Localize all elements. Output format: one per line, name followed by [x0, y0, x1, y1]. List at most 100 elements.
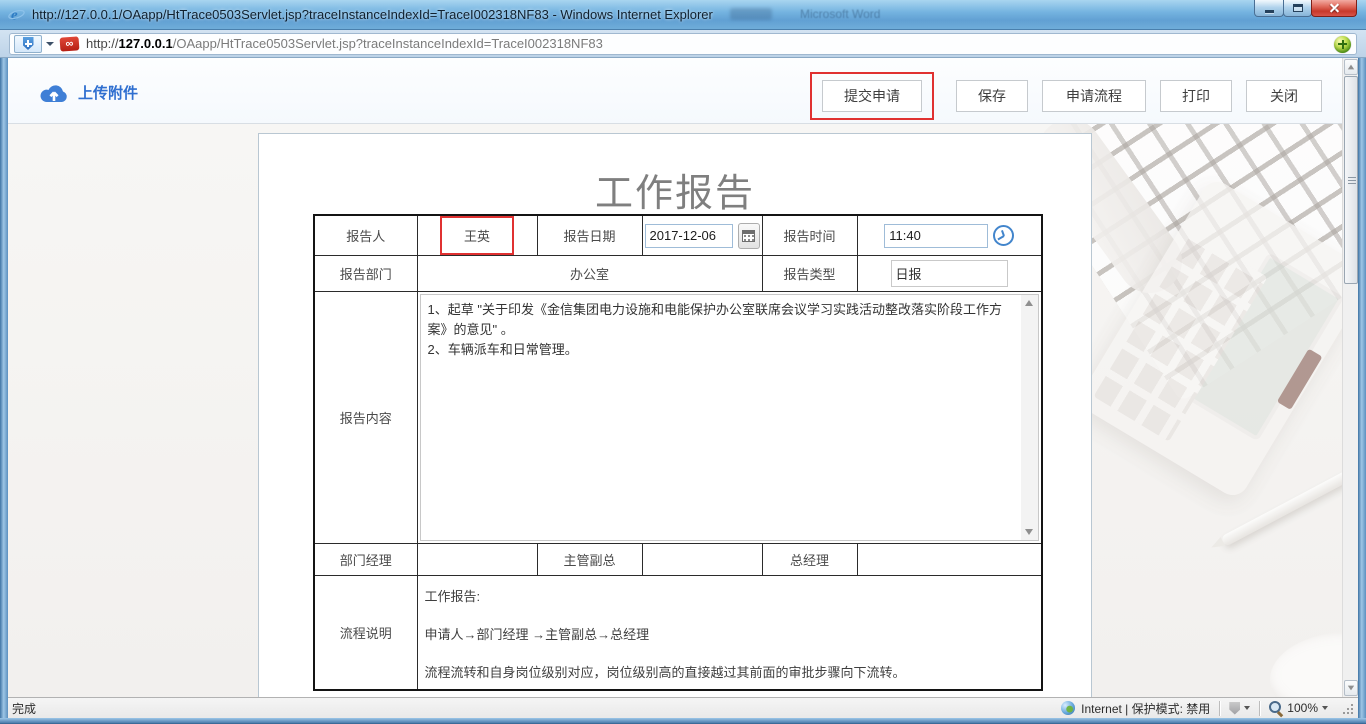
background-window-title: Microsoft Word: [800, 7, 880, 21]
reporter-label: 报告人: [314, 215, 417, 256]
minimize-button[interactable]: [1254, 0, 1284, 17]
report-time-label: 报告时间: [762, 215, 857, 256]
page-background: 工作报告 报告人 王英 报告日期: [8, 124, 1342, 697]
page-scrollbar[interactable]: [1342, 58, 1358, 697]
save-button[interactable]: 保存: [956, 80, 1028, 112]
compatibility-shield-button[interactable]: [14, 35, 42, 53]
address-dropdown-icon[interactable]: [46, 42, 54, 46]
process-desc-cell: 工作报告: 申请人→部门经理 →主管副总→总经理 流程流转和自身岗位级别对应，岗…: [417, 576, 1042, 691]
window-border-bottom: [0, 718, 1366, 724]
shield-plus-icon: [23, 37, 34, 50]
magnifier-icon: [1269, 701, 1283, 715]
url-path: /OAapp/HtTrace0503Servlet.jsp?traceInsta…: [173, 36, 603, 51]
table-row: 报告人 王英 报告日期 报告时间: [314, 215, 1042, 256]
reporter-annotation-box: 王英: [440, 216, 514, 255]
safety-menu[interactable]: [1229, 702, 1250, 715]
minimize-icon: [1265, 10, 1274, 13]
site-favicon: ∞: [60, 36, 80, 51]
table-row: 报告部门 办公室 报告类型: [314, 256, 1042, 292]
scroll-up-icon: [1348, 65, 1354, 70]
ie-window: e http://127.0.0.1/OAapp/HtTrace0503Serv…: [0, 0, 1366, 724]
date-picker-button[interactable]: [738, 223, 760, 249]
scrollbar-up-button[interactable]: [1344, 59, 1358, 75]
general-manager-label: 总经理: [762, 544, 857, 576]
print-button[interactable]: 打印: [1160, 80, 1232, 112]
table-row: 报告内容 1、起草 "关于印发《金信集团电力设施和电能保护办公室联席会议学习实践…: [314, 292, 1042, 544]
scroll-down-icon[interactable]: [1025, 529, 1033, 535]
table-row: 流程说明 工作报告: 申请人→部门经理 →主管副总→总经理 流程流转和自身岗位级…: [314, 576, 1042, 691]
process-desc-label: 流程说明: [314, 576, 417, 691]
window-border-left: [0, 58, 8, 718]
window-controls: [1255, 0, 1357, 17]
svg-text:e: e: [11, 8, 18, 24]
status-right-cluster: Internet | 保护模式: 禁用 100%: [1061, 700, 1354, 717]
maximize-button[interactable]: [1283, 0, 1312, 17]
url-host: 127.0.0.1: [119, 36, 173, 51]
cloud-upload-icon: [38, 82, 70, 103]
zoom-control[interactable]: 100%: [1269, 701, 1328, 715]
zoom-level: 100%: [1287, 701, 1318, 715]
report-content-textarea[interactable]: 1、起草 "关于印发《金信集团电力设施和电能保护办公室联席会议学习实践活动整改落…: [420, 294, 1040, 541]
dept-manager-value: [417, 544, 537, 576]
process-line: 流程流转和自身岗位级别对应，岗位级别高的直接越过其前面的审批步骤向下流转。: [425, 662, 1034, 681]
scroll-down-icon: [1348, 686, 1354, 691]
report-dept-value: 办公室: [417, 256, 762, 292]
ie-logo-icon: e: [8, 6, 25, 23]
url-text: http://127.0.0.1/OAapp/HtTrace0503Servle…: [86, 36, 603, 51]
clock-icon[interactable]: [993, 225, 1014, 246]
report-form-panel: 工作报告 报告人 王英 报告日期: [258, 133, 1092, 697]
scrollbar-down-button[interactable]: [1344, 680, 1358, 696]
report-type-cell: [857, 256, 1042, 292]
scroll-up-icon[interactable]: [1025, 300, 1033, 306]
report-content-text: 1、起草 "关于印发《金信集团电力设施和电能保护办公室联席会议学习实践活动整改落…: [421, 295, 1039, 365]
chevron-down-icon: [1244, 706, 1250, 710]
submit-application-button[interactable]: 提交申请: [822, 80, 922, 112]
chevron-down-icon: [1322, 706, 1328, 710]
report-type-input[interactable]: [891, 260, 1008, 287]
report-time-input[interactable]: [884, 224, 988, 248]
approver-row: 部门经理 主管副总 总经理: [314, 544, 1042, 576]
deputy-gm-label: 主管副总: [537, 544, 642, 576]
report-type-label: 报告类型: [762, 256, 857, 292]
report-content-label: 报告内容: [314, 292, 417, 544]
title-bar[interactable]: e http://127.0.0.1/OAapp/HtTrace0503Serv…: [0, 0, 1366, 30]
report-form-table: 报告人 王英 报告日期 报告时间: [313, 214, 1043, 691]
action-buttons: 提交申请 保存 申请流程 打印 关闭: [810, 80, 1322, 120]
close-page-button[interactable]: 关闭: [1246, 80, 1322, 112]
dept-manager-label: 部门经理: [314, 544, 417, 576]
upload-attachment-link[interactable]: 上传附件: [38, 82, 138, 103]
form-title: 工作报告: [259, 162, 1091, 217]
upload-attachment-label: 上传附件: [78, 82, 138, 103]
reporter-cell: 王英: [417, 215, 537, 256]
report-date-label: 报告日期: [537, 215, 642, 256]
close-button[interactable]: [1311, 0, 1357, 17]
address-bar: ∞ http://127.0.0.1/OAapp/HtTrace0503Serv…: [0, 30, 1366, 58]
report-content-cell: 1、起草 "关于印发《金信集团电力设施和电能保护办公室联席会议学习实践活动整改落…: [417, 292, 1042, 544]
process-line: 申请人→部门经理 →主管副总→总经理: [425, 624, 1034, 643]
form-toolbar: 上传附件 提交申请 保存 申请流程 打印 关闭: [8, 58, 1342, 124]
url-scheme: http://: [86, 36, 119, 51]
report-date-input[interactable]: [645, 224, 733, 248]
textarea-scrollbar[interactable]: [1021, 295, 1038, 540]
deputy-gm-value: [642, 544, 762, 576]
background-window-ghost: [730, 8, 772, 20]
photo-mouse: [1270, 632, 1342, 697]
go-icon[interactable]: [1334, 36, 1351, 53]
security-zone-item[interactable]: Internet | 保护模式: 禁用: [1061, 700, 1210, 717]
application-flow-button[interactable]: 申请流程: [1042, 80, 1146, 112]
separator: [1259, 701, 1260, 716]
process-line: 工作报告:: [425, 586, 1034, 605]
resize-grip[interactable]: [1341, 702, 1354, 715]
internet-globe-icon: [1061, 701, 1075, 715]
window-border-right: [1358, 58, 1366, 718]
submit-annotation-box: 提交申请: [810, 72, 934, 120]
status-bar: 完成 Internet | 保护模式: 禁用 100%: [8, 697, 1358, 718]
address-input[interactable]: ∞ http://127.0.0.1/OAapp/HtTrace0503Serv…: [9, 33, 1357, 55]
general-manager-value: [857, 544, 1042, 576]
scrollbar-thumb[interactable]: [1344, 76, 1358, 284]
close-icon: [1329, 3, 1340, 14]
maximize-icon: [1293, 4, 1303, 12]
calendar-icon: [742, 230, 755, 242]
report-date-cell: [642, 215, 762, 256]
status-done-text: 完成: [12, 700, 1061, 717]
